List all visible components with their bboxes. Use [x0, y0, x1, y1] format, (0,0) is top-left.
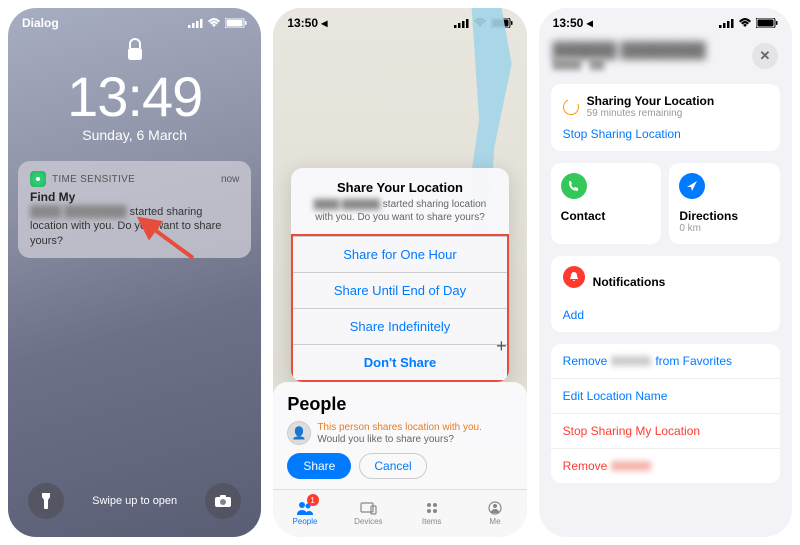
- lock-icon: [8, 38, 261, 67]
- me-icon: [488, 501, 502, 515]
- lock-time: 13:49: [8, 69, 261, 125]
- camera-icon: [214, 494, 232, 508]
- person-name: ██████ ████████: [553, 42, 744, 59]
- battery-icon: [756, 18, 778, 28]
- directions-card[interactable]: Directions 0 km: [669, 163, 780, 244]
- dialog-title: Share Your Location: [307, 180, 492, 195]
- contact-label: Contact: [561, 209, 652, 223]
- tab-bar: 1 People Devices Items Me: [273, 489, 526, 537]
- share-location-dialog: Share Your Location ████ ██████ started …: [291, 168, 508, 382]
- sharing-status-card: Sharing Your Location 59 minutes remaini…: [551, 84, 780, 151]
- remove-favorite-link[interactable]: Remove from Favorites: [551, 344, 780, 379]
- share-one-hour-button[interactable]: Share for One Hour: [293, 236, 506, 272]
- directions-icon: [679, 173, 705, 199]
- directions-label: Directions: [679, 209, 770, 223]
- notifications-title: Notifications: [593, 275, 666, 289]
- time-label: 13:50 ◂: [553, 16, 593, 30]
- notifications-card: Notifications Add: [551, 256, 780, 332]
- stop-sharing-my-location-link[interactable]: Stop Sharing My Location: [551, 414, 780, 449]
- time-label: 13:50 ◂: [287, 16, 327, 30]
- sheet-title: People: [287, 394, 512, 415]
- devices-icon: [359, 501, 377, 515]
- status-bar: Dialog: [8, 8, 261, 34]
- people-sheet: People 👤 This person shares location wit…: [273, 382, 526, 489]
- timer-icon: [560, 96, 581, 117]
- flashlight-button[interactable]: [28, 483, 64, 519]
- sheet-line2: Would you like to share yours?: [317, 434, 482, 445]
- sharing-title: Sharing Your Location: [587, 94, 715, 108]
- share-button[interactable]: Share: [287, 453, 351, 479]
- directions-distance: 0 km: [679, 223, 770, 234]
- contact-card[interactable]: Contact: [551, 163, 662, 244]
- person-location: ████ · ██: [553, 59, 744, 70]
- tab-me[interactable]: Me: [463, 490, 526, 537]
- cancel-button[interactable]: Cancel: [359, 453, 426, 479]
- notif-time-ago: now: [221, 174, 239, 185]
- annotation-arrow-icon: [128, 213, 198, 263]
- sharing-remaining: 59 minutes remaining: [587, 108, 715, 119]
- flashlight-icon: [39, 492, 53, 510]
- add-person-button[interactable]: +: [496, 336, 507, 357]
- dialog-options-highlight: Share for One Hour Share Until End of Da…: [291, 234, 508, 382]
- stop-sharing-link[interactable]: Stop Sharing Location: [563, 127, 768, 141]
- remove-person-link[interactable]: Remove: [551, 449, 780, 483]
- signal-icon: [454, 18, 469, 28]
- close-icon: ✕: [760, 48, 771, 64]
- actions-list: Remove from Favorites Edit Location Name…: [551, 344, 780, 483]
- swipe-hint: Swipe up to open: [92, 495, 177, 507]
- person-avatar: 👤: [287, 421, 311, 445]
- findmy-app-icon: [30, 171, 46, 187]
- time-sensitive-label: TIME SENSITIVE: [52, 174, 135, 185]
- lock-date: Sunday, 6 March: [8, 127, 261, 143]
- tab-people[interactable]: 1 People: [273, 490, 336, 537]
- dont-share-button[interactable]: Don't Share: [293, 344, 506, 380]
- person-detail-screen: 13:50 ◂ ██████ ████████ ████ · ██ ✕ Shar…: [539, 8, 792, 537]
- tab-items[interactable]: Items: [400, 490, 463, 537]
- dialog-message: ████ ██████ started sharing location wit…: [307, 198, 492, 224]
- detail-header: ██████ ████████ ████ · ██ ✕: [539, 34, 792, 78]
- wifi-icon: [738, 18, 752, 28]
- share-indefinitely-button[interactable]: Share Indefinitely: [293, 308, 506, 344]
- wifi-icon: [207, 18, 221, 28]
- sheet-line1: This person shares location with you.: [317, 421, 482, 434]
- items-icon: [425, 501, 439, 515]
- notif-app-name: Find My: [30, 190, 239, 204]
- people-badge: 1: [307, 494, 319, 506]
- close-button[interactable]: ✕: [752, 43, 778, 69]
- camera-button[interactable]: [205, 483, 241, 519]
- signal-icon: [188, 18, 203, 28]
- findmy-share-dialog-screen: 13:50 ◂ Share Your Location ████ ██████ …: [273, 8, 526, 537]
- tab-devices[interactable]: Devices: [337, 490, 400, 537]
- share-end-of-day-button[interactable]: Share Until End of Day: [293, 272, 506, 308]
- carrier-label: Dialog: [22, 16, 59, 30]
- add-notification-link[interactable]: Add: [563, 308, 768, 322]
- edit-location-name-link[interactable]: Edit Location Name: [551, 379, 780, 414]
- bell-icon: [563, 266, 585, 288]
- signal-icon: [719, 18, 734, 28]
- contact-icon: [561, 173, 587, 199]
- status-indicators: [188, 18, 247, 28]
- lockscreen: Dialog 13:49 Sunday, 6 March TIME SENSIT…: [8, 8, 261, 537]
- status-bar: 13:50 ◂: [539, 8, 792, 34]
- battery-icon: [225, 18, 247, 28]
